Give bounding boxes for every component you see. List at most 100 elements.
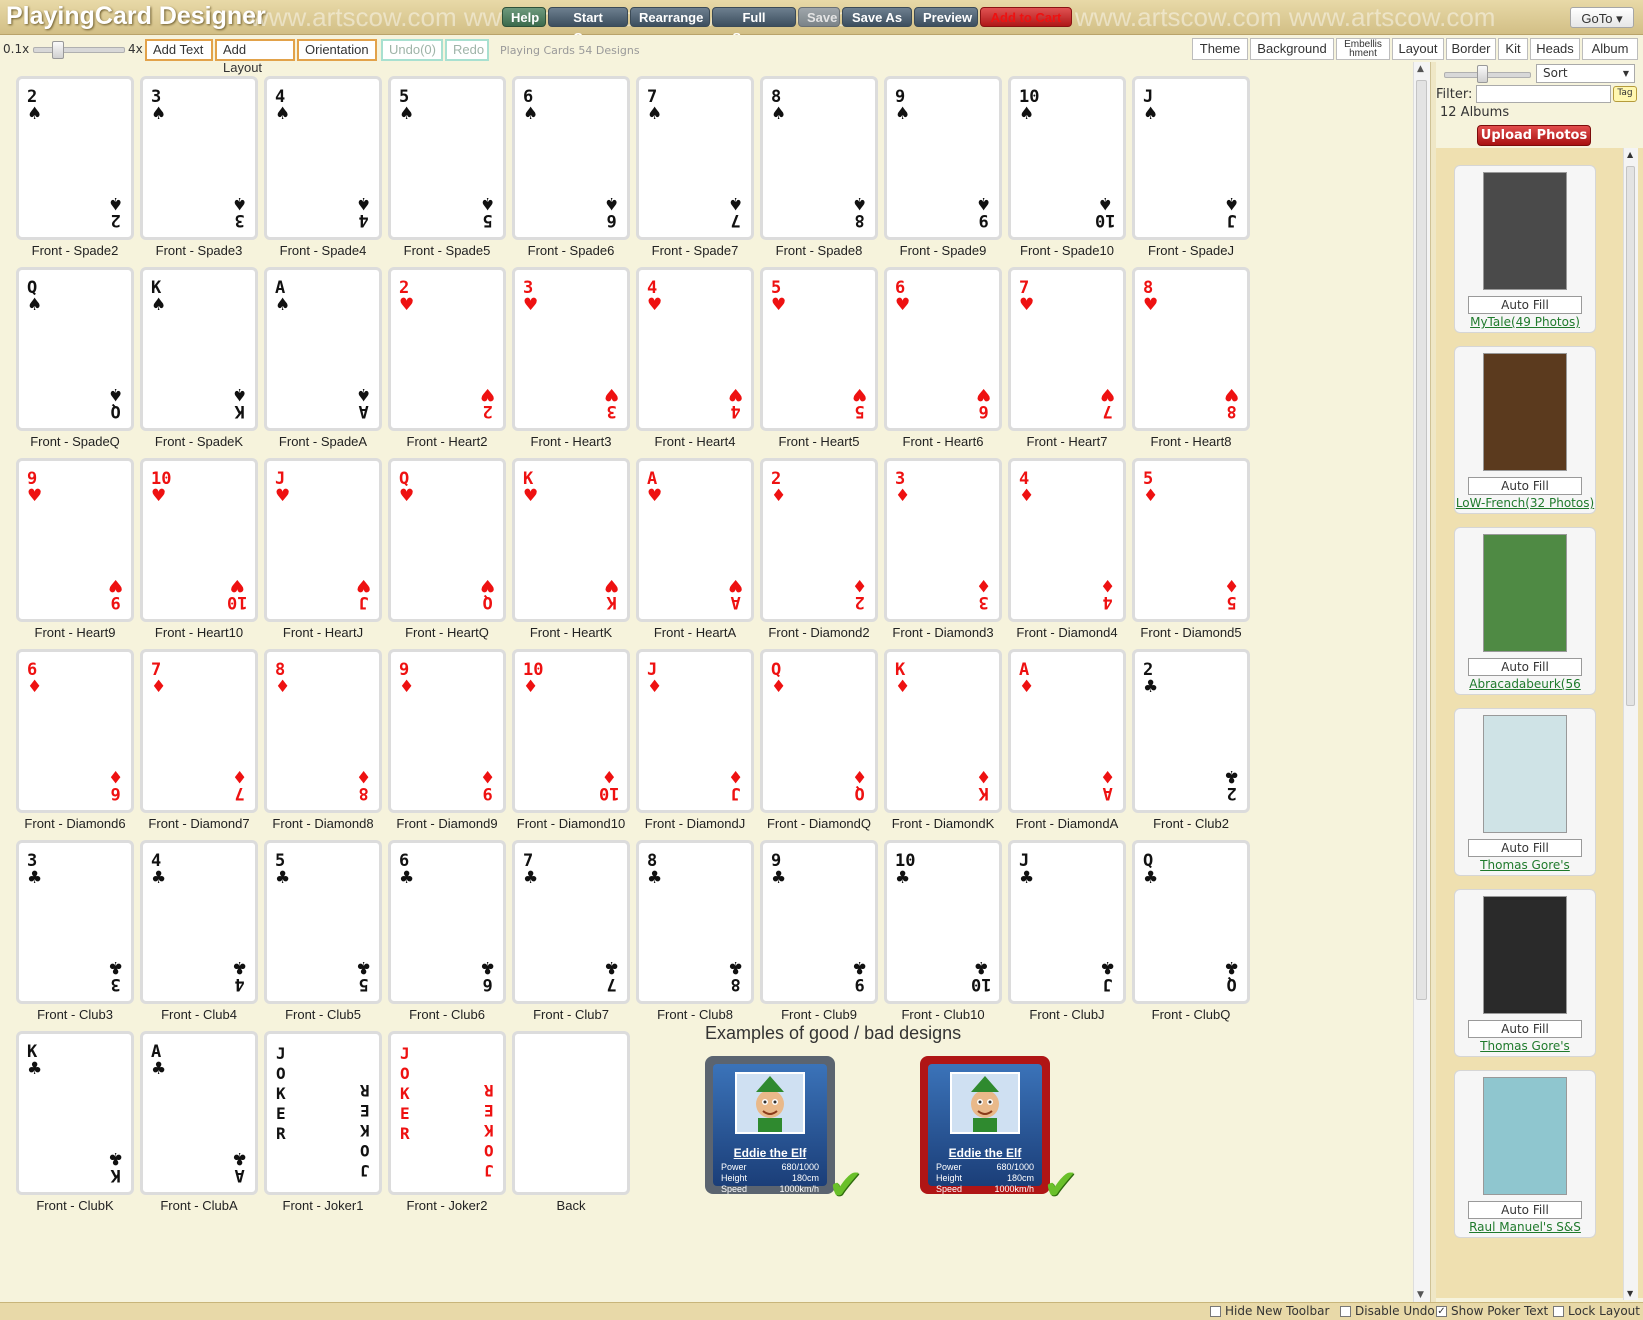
- album-name-link[interactable]: MyTale(49 Photos): [1449, 315, 1601, 329]
- playing-card[interactable]: K ♦ K ♦: [884, 649, 1002, 813]
- album-name-link[interactable]: Abracadabeurk(56: [1449, 677, 1601, 691]
- playing-card[interactable]: 7 ♠ 7 ♠: [636, 76, 754, 240]
- playing-card[interactable]: J ♥ J ♥: [264, 458, 382, 622]
- playing-card[interactable]: 3 ♦ 3 ♦: [884, 458, 1002, 622]
- playing-card[interactable]: 10 ♦ 10 ♦: [512, 649, 630, 813]
- auto-fill-button[interactable]: Auto Fill: [1468, 477, 1582, 495]
- auto-fill-button[interactable]: Auto Fill: [1468, 658, 1582, 676]
- sort-select[interactable]: Sort ▼: [1536, 64, 1635, 83]
- auto-fill-button[interactable]: Auto Fill: [1468, 296, 1582, 314]
- album-item[interactable]: Auto Fill Abracadabeurk(56: [1454, 527, 1596, 695]
- tab-kit[interactable]: Kit: [1498, 38, 1528, 60]
- tab-layout[interactable]: Layout: [1392, 38, 1444, 60]
- tag-button[interactable]: Tag: [1613, 86, 1637, 102]
- checkbox-checked[interactable]: ✓: [1436, 1305, 1447, 1317]
- playing-card[interactable]: Q ♥ Q ♥: [388, 458, 506, 622]
- show-poker-text-option[interactable]: ✓ Show Poker Text: [1436, 1304, 1548, 1318]
- playing-card[interactable]: 6 ♠ 6 ♠: [512, 76, 630, 240]
- playing-card[interactable]: Q ♣ Q ♣: [1132, 840, 1250, 1004]
- album-item[interactable]: Auto Fill LoW-French(32 Photos): [1454, 346, 1596, 514]
- scroll-up-icon[interactable]: ▲: [1627, 150, 1633, 159]
- playing-card[interactable]: 4 ♣ 4 ♣: [140, 840, 258, 1004]
- tab-theme[interactable]: Theme: [1192, 38, 1248, 60]
- playing-card[interactable]: JOKER JOKER: [264, 1031, 382, 1195]
- playing-card[interactable]: 10 ♣ 10 ♣: [884, 840, 1002, 1004]
- playing-card[interactable]: 9 ♣ 9 ♣: [760, 840, 878, 1004]
- playing-card[interactable]: K ♥ K ♥: [512, 458, 630, 622]
- scroll-down-icon[interactable]: ▼: [1627, 1289, 1633, 1298]
- help-button[interactable]: Help: [502, 7, 546, 27]
- playing-card[interactable]: 8 ♦ 8 ♦: [264, 649, 382, 813]
- tab-border[interactable]: Border: [1446, 38, 1496, 60]
- tab-background[interactable]: Background: [1250, 38, 1334, 60]
- filter-input[interactable]: [1476, 85, 1611, 103]
- playing-card[interactable]: 8 ♠ 8 ♠: [760, 76, 878, 240]
- save-button[interactable]: Save: [798, 7, 840, 27]
- full-screen-button[interactable]: Full Screen: [712, 7, 796, 45]
- scrollbar-thumb[interactable]: [1416, 80, 1427, 1000]
- playing-card[interactable]: 4 ♠ 4 ♠: [264, 76, 382, 240]
- playing-card[interactable]: 9 ♥ 9 ♥: [16, 458, 134, 622]
- playing-card[interactable]: 7 ♥ 7 ♥: [1008, 267, 1126, 431]
- album-name-link[interactable]: LoW-French(32 Photos): [1449, 496, 1601, 510]
- goto-button[interactable]: GoTo ▾: [1570, 7, 1634, 28]
- zoom-slider[interactable]: [33, 47, 125, 53]
- playing-card[interactable]: A ♦ A ♦: [1008, 649, 1126, 813]
- playing-card[interactable]: 2 ♥ 2 ♥: [388, 267, 506, 431]
- album-scrollbar[interactable]: ▲ ▼: [1623, 148, 1638, 1300]
- playing-card[interactable]: JOKER JOKER: [388, 1031, 506, 1195]
- playing-card[interactable]: 9 ♠ 9 ♠: [884, 76, 1002, 240]
- checkbox[interactable]: [1340, 1305, 1351, 1317]
- playing-card[interactable]: 4 ♦ 4 ♦: [1008, 458, 1126, 622]
- playing-card[interactable]: 4 ♥ 4 ♥: [636, 267, 754, 431]
- tab-heads[interactable]: Heads: [1530, 38, 1580, 60]
- playing-card[interactable]: 3 ♠ 3 ♠: [140, 76, 258, 240]
- playing-card[interactable]: J ♣ J ♣: [1008, 840, 1126, 1004]
- playing-card[interactable]: 6 ♥ 6 ♥: [884, 267, 1002, 431]
- playing-card[interactable]: J ♦ J ♦: [636, 649, 754, 813]
- playing-card[interactable]: 5 ♥ 5 ♥: [760, 267, 878, 431]
- playing-card[interactable]: 2 ♣ 2 ♣: [1132, 649, 1250, 813]
- album-name-link[interactable]: Raul Manuel's S&S: [1449, 1220, 1601, 1234]
- playing-card[interactable]: A ♠ A ♠: [264, 267, 382, 431]
- album-thumbnail[interactable]: [1483, 534, 1567, 652]
- playing-card[interactable]: A ♣ A ♣: [140, 1031, 258, 1195]
- tab-embellishment[interactable]: Embellis hment: [1336, 38, 1390, 60]
- checkbox[interactable]: [1210, 1305, 1221, 1317]
- auto-fill-button[interactable]: Auto Fill: [1468, 1020, 1582, 1038]
- album-thumbnail[interactable]: [1483, 715, 1567, 833]
- playing-card[interactable]: Q ♠ Q ♠: [16, 267, 134, 431]
- undo-button[interactable]: Undo(0): [381, 39, 443, 61]
- auto-fill-button[interactable]: Auto Fill: [1468, 1201, 1582, 1219]
- start-over-button[interactable]: Start Over: [548, 7, 628, 45]
- playing-card[interactable]: Q ♦ Q ♦: [760, 649, 878, 813]
- playing-card[interactable]: 8 ♥ 8 ♥: [1132, 267, 1250, 431]
- checkbox[interactable]: [1553, 1305, 1564, 1317]
- playing-card[interactable]: 3 ♣ 3 ♣: [16, 840, 134, 1004]
- playing-card[interactable]: 7 ♣ 7 ♣: [512, 840, 630, 1004]
- rearrange-button[interactable]: Rearrange: [630, 7, 710, 27]
- save-as-button[interactable]: Save As: [842, 7, 912, 27]
- auto-fill-button[interactable]: Auto Fill: [1468, 839, 1582, 857]
- scroll-up-icon[interactable]: ▲: [1417, 64, 1424, 74]
- album-item[interactable]: Auto Fill Raul Manuel's S&S: [1454, 1070, 1596, 1238]
- orientation-button[interactable]: Orientation: [297, 39, 377, 61]
- album-item[interactable]: Auto Fill Thomas Gore's: [1454, 889, 1596, 1057]
- playing-card[interactable]: 3 ♥ 3 ♥: [512, 267, 630, 431]
- playing-card[interactable]: 5 ♠ 5 ♠: [388, 76, 506, 240]
- add-to-cart-button[interactable]: Add to Cart: [980, 7, 1072, 27]
- tab-album[interactable]: Album: [1582, 38, 1638, 60]
- album-item[interactable]: Auto Fill Thomas Gore's: [1454, 708, 1596, 876]
- scrollbar-thumb[interactable]: [1626, 166, 1635, 706]
- playing-card[interactable]: K ♠ K ♠: [140, 267, 258, 431]
- album-thumbnail[interactable]: [1483, 353, 1567, 471]
- playing-card[interactable]: 10 ♥ 10 ♥: [140, 458, 258, 622]
- disable-undo-option[interactable]: Disable Undo: [1340, 1304, 1435, 1318]
- playing-card[interactable]: 10 ♠ 10 ♠: [1008, 76, 1126, 240]
- playing-card[interactable]: 5 ♣ 5 ♣: [264, 840, 382, 1004]
- playing-card[interactable]: 6 ♣ 6 ♣: [388, 840, 506, 1004]
- playing-card[interactable]: K ♣ K ♣: [16, 1031, 134, 1195]
- album-name-link[interactable]: Thomas Gore's: [1449, 1039, 1601, 1053]
- album-item[interactable]: Auto Fill MyTale(49 Photos): [1454, 165, 1596, 333]
- canvas-scrollbar[interactable]: ▲ ▼: [1413, 62, 1430, 1302]
